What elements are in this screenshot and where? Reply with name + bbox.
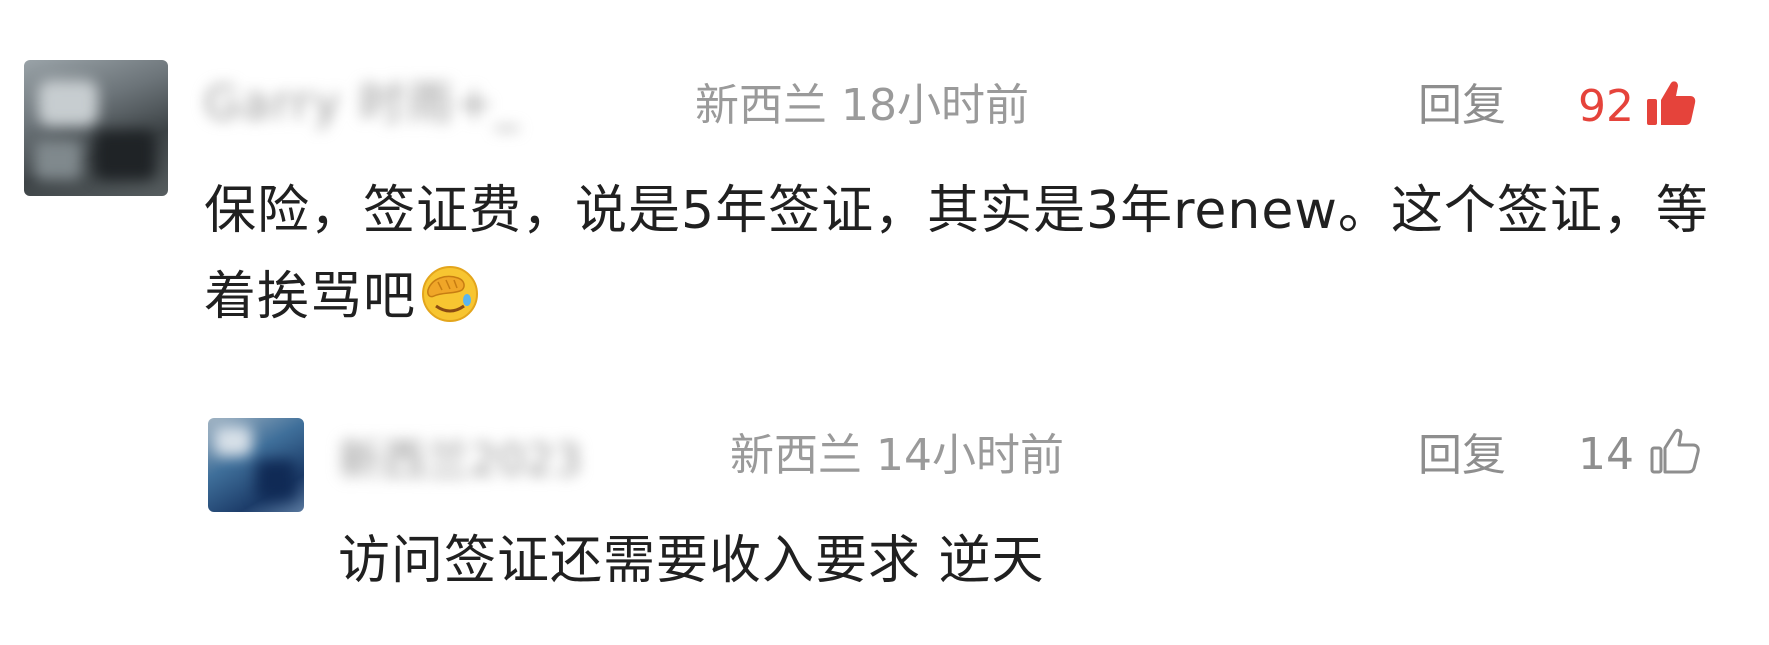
avatar-image-detail [38, 80, 98, 126]
location-label: 新西兰 [695, 80, 827, 131]
timestamp: 14小时前 [876, 430, 1064, 481]
reply-button[interactable]: 回复 [1418, 78, 1506, 134]
avatar-image-detail [34, 140, 82, 180]
avatar-image-detail [256, 460, 296, 500]
like-button[interactable]: 14 [1578, 424, 1702, 484]
avatar[interactable] [24, 60, 168, 196]
thumbs-up-filled-icon [1644, 77, 1698, 135]
like-count: 92 [1578, 80, 1634, 132]
avatar-image-detail [94, 130, 156, 180]
username[interactable]: Garry 时雨+_ [204, 70, 634, 130]
facepalm-crying-emoji-icon [420, 264, 480, 324]
reply-button[interactable]: 回复 [1418, 428, 1506, 484]
comment-text: 保险，签证费，说是5年签证，其实是3年renew。这个签证，等着挨骂吧 [204, 168, 1724, 340]
like-button[interactable]: 92 [1578, 76, 1698, 136]
thumbs-up-outline-icon [1648, 425, 1702, 483]
timestamp: 18小时前 [841, 80, 1029, 131]
comment-thread: Garry 时雨+_ 新西兰 18小时前 回复 92 保险，签证费，说是5年签证… [0, 0, 1769, 645]
comment-meta: 新西兰 18小时前 [695, 78, 1029, 134]
comment-meta: 新西兰 14小时前 [730, 428, 1064, 484]
avatar-image-detail [214, 426, 252, 456]
comment-text: 访问签证还需要收入要求 逆天 [338, 531, 1045, 591]
location-label: 新西兰 [730, 430, 862, 481]
username[interactable]: 新西兰2023 [338, 428, 708, 486]
avatar[interactable] [208, 418, 304, 512]
like-count: 14 [1578, 428, 1634, 480]
